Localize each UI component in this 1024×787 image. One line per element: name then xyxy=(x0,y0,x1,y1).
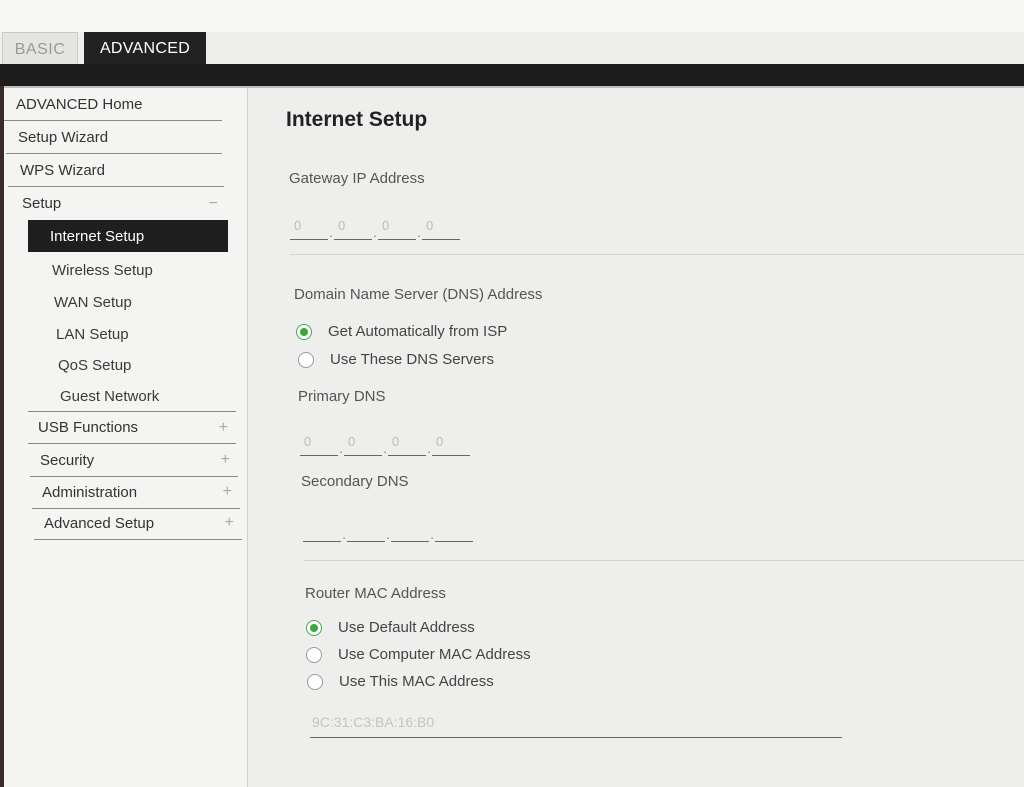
sidebar-item-label: Guest Network xyxy=(60,387,160,405)
sidebar-item-qos-setup[interactable]: QoS Setup xyxy=(36,349,236,381)
sidebar-item-wan-setup[interactable]: WAN Setup xyxy=(32,286,232,318)
sidebar-item-guest-network[interactable]: Guest Network xyxy=(38,380,238,412)
sidebar-item-label: ADVANCED Home xyxy=(16,95,143,113)
sidebar-item-administration[interactable]: Administration + xyxy=(32,476,240,509)
sidebar-item-label: Setup xyxy=(22,195,62,212)
sidebar-item-label: Setup Wizard xyxy=(18,128,109,146)
sidebar-item-advanced-home[interactable]: ADVANCED Home xyxy=(4,88,222,121)
sidebar-item-internet-setup[interactable]: Internet Setup xyxy=(28,220,228,252)
expand-icon[interactable]: + xyxy=(223,483,232,501)
primary-dns-octet-3[interactable]: 0 xyxy=(388,434,426,456)
gateway-ip-octet-2[interactable]: 0 xyxy=(334,218,372,240)
sidebar-item-setup[interactable]: Setup − xyxy=(10,187,226,220)
radio-button[interactable] xyxy=(296,323,312,340)
router-mac-label: Router MAC Address xyxy=(305,585,446,602)
gateway-ip-octet-4[interactable]: 0 xyxy=(422,218,460,240)
expand-icon[interactable]: + xyxy=(221,451,230,469)
primary-dns-label: Primary DNS xyxy=(298,388,386,405)
secondary-dns-octet-4[interactable] xyxy=(435,520,473,542)
mac-option-computer[interactable]: Use Computer MAC Address xyxy=(306,646,531,663)
header-bar xyxy=(0,64,1024,88)
sidebar-item-setup-wizard[interactable]: Setup Wizard xyxy=(6,121,222,154)
sidebar-item-advanced-setup[interactable]: Advanced Setup + xyxy=(34,507,242,540)
gateway-ip-label: Gateway IP Address xyxy=(289,170,425,187)
radio-label: Use This MAC Address xyxy=(339,673,494,690)
page-title: Internet Setup xyxy=(286,108,428,131)
section-divider xyxy=(304,560,1024,561)
sidebar-item-label: WPS Wizard xyxy=(20,161,106,179)
sidebar-item-lan-setup[interactable]: LAN Setup xyxy=(34,318,234,350)
sidebar-item-wps-wizard[interactable]: WPS Wizard xyxy=(8,154,224,187)
primary-dns-octet-4[interactable]: 0 xyxy=(432,434,470,456)
sidebar-item-label: QoS Setup xyxy=(58,356,132,374)
sidebar-item-label: Internet Setup xyxy=(50,227,145,245)
radio-label: Use These DNS Servers xyxy=(330,351,494,368)
sidebar-item-wireless-setup[interactable]: Wireless Setup xyxy=(30,254,230,286)
primary-dns-octet-1[interactable]: 0 xyxy=(300,434,338,456)
expand-icon[interactable]: + xyxy=(225,514,234,532)
expand-icon[interactable]: + xyxy=(219,419,228,437)
dns-option-auto[interactable]: Get Automatically from ISP xyxy=(296,323,507,340)
section-divider xyxy=(290,254,1024,255)
gateway-ip-octet-1[interactable]: 0 xyxy=(290,218,328,240)
sidebar-item-usb-functions[interactable]: USB Functions + xyxy=(28,411,236,444)
sidebar: ADVANCED Home Setup Wizard WPS Wizard Se… xyxy=(4,88,248,787)
tab-basic[interactable]: BASIC xyxy=(2,32,78,66)
sidebar-item-label: Administration xyxy=(42,483,138,501)
gateway-ip-input: 0 . 0 . 0 . 0 xyxy=(290,218,460,240)
secondary-dns-octet-3[interactable] xyxy=(391,520,429,542)
mac-option-custom[interactable]: Use This MAC Address xyxy=(307,673,494,690)
radio-button[interactable] xyxy=(306,619,322,636)
mac-address-input[interactable]: 9C:31:C3:BA:16:B0 xyxy=(310,708,842,738)
collapse-icon[interactable]: − xyxy=(209,195,218,213)
tab-advanced[interactable]: ADVANCED xyxy=(84,32,206,66)
radio-label: Use Computer MAC Address xyxy=(338,646,531,663)
sidebar-item-label: Security xyxy=(40,451,95,469)
gateway-ip-octet-3[interactable]: 0 xyxy=(378,218,416,240)
secondary-dns-label: Secondary DNS xyxy=(301,473,409,490)
sidebar-item-label: Advanced Setup xyxy=(44,514,155,532)
secondary-dns-octet-2[interactable] xyxy=(347,520,385,542)
radio-label: Get Automatically from ISP xyxy=(328,323,508,340)
radio-label: Use Default Address xyxy=(338,619,475,636)
sidebar-item-label: USB Functions xyxy=(38,419,139,436)
secondary-dns-octet-1[interactable] xyxy=(303,520,341,542)
browser-top-margin xyxy=(0,0,1024,32)
sidebar-item-security[interactable]: Security + xyxy=(30,444,238,477)
sidebar-item-label: Wireless Setup xyxy=(52,261,153,279)
radio-button[interactable] xyxy=(306,646,322,663)
radio-button[interactable] xyxy=(298,351,314,368)
sidebar-item-label: LAN Setup xyxy=(56,325,129,343)
sidebar-item-label: WAN Setup xyxy=(54,293,132,311)
main-content: Internet Setup Gateway IP Address 0 . 0 … xyxy=(248,88,1024,787)
radio-button[interactable] xyxy=(307,673,323,690)
secondary-dns-input: . . . xyxy=(303,520,473,542)
primary-dns-input: 0 . 0 . 0 . 0 xyxy=(300,434,470,456)
primary-dns-octet-2[interactable]: 0 xyxy=(344,434,382,456)
dns-address-label: Domain Name Server (DNS) Address xyxy=(294,286,543,303)
mac-option-default[interactable]: Use Default Address xyxy=(306,619,475,636)
dns-option-manual[interactable]: Use These DNS Servers xyxy=(298,351,494,368)
